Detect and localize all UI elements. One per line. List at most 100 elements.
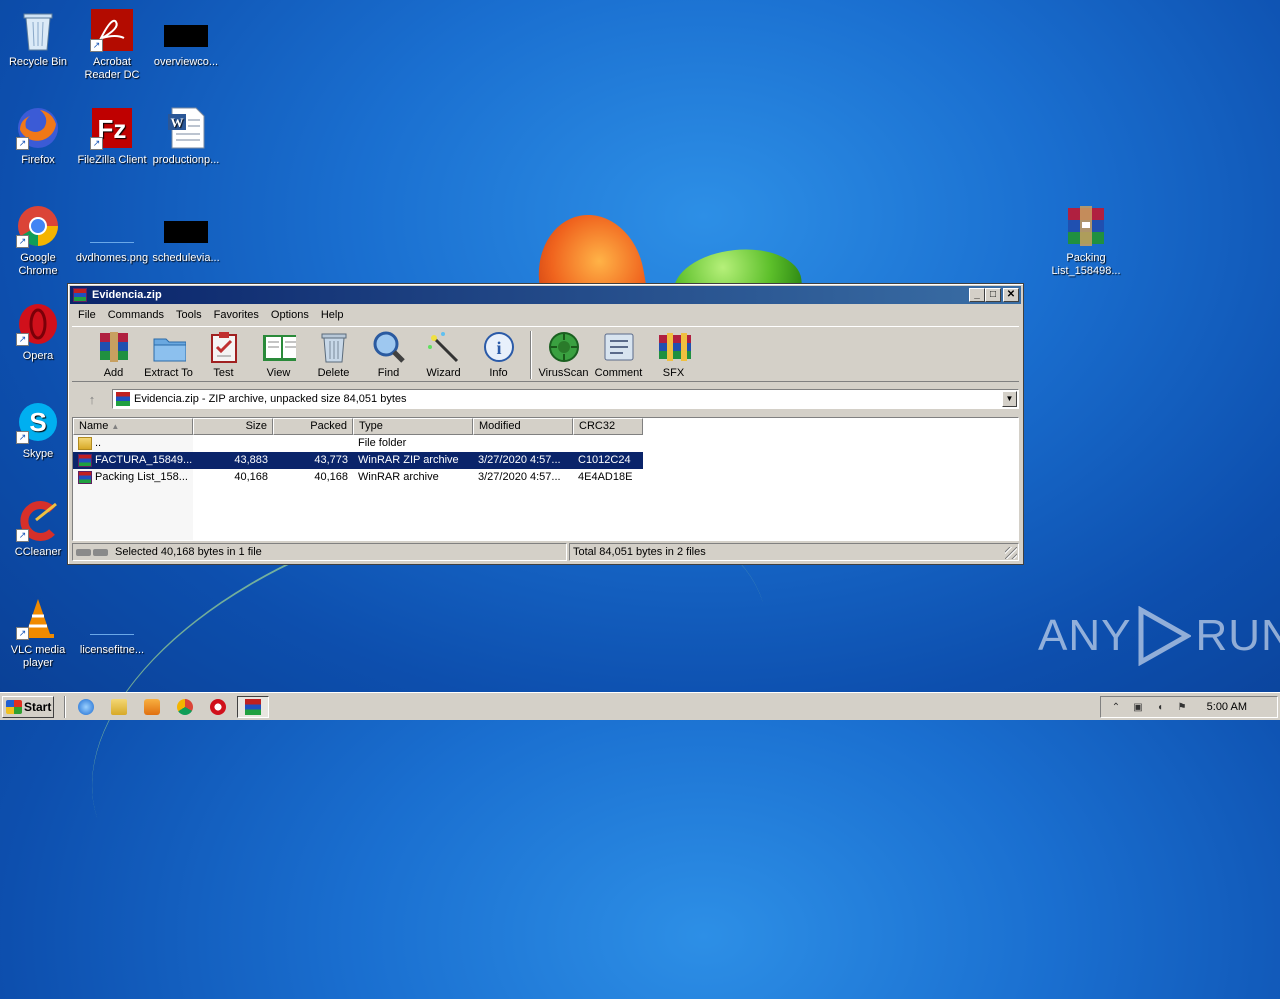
view-button[interactable]: View — [251, 327, 306, 381]
shortcut-arrow-icon: ↗ — [16, 137, 29, 150]
wizard-button[interactable]: Wizard — [416, 327, 471, 381]
info-button[interactable]: i Info — [471, 327, 526, 381]
svg-text:S: S — [29, 407, 46, 437]
speaker-icon[interactable]: ◖ — [1153, 700, 1167, 714]
address-bar: ↑ Evidencia.zip - ZIP archive, unpacked … — [72, 388, 1019, 410]
find-label: Find — [377, 367, 400, 379]
column-header-packed[interactable]: Packed — [273, 418, 353, 435]
virus-scan-icon — [547, 331, 581, 363]
comment-label: Comment — [594, 367, 643, 379]
close-button[interactable]: ✕ — [1003, 288, 1019, 302]
table-row[interactable]: FACTURA_15849... 43,883 43,773 WinRAR ZI… — [73, 452, 643, 469]
add-button[interactable]: Add — [86, 327, 141, 381]
drive-icon[interactable] — [76, 547, 110, 557]
menu-bar: File Commands Tools Favorites Options He… — [72, 306, 349, 324]
desktop-icon-skype[interactable]: S ↗ Skype — [0, 400, 76, 461]
winrar-archive-icon — [116, 392, 130, 406]
column-header-modified[interactable]: Modified — [473, 418, 573, 435]
sfx-button[interactable]: SFX — [646, 327, 701, 381]
virusscan-button[interactable]: VirusScan — [536, 327, 591, 381]
chrome-icon — [177, 698, 193, 715]
delete-button[interactable]: Delete — [306, 327, 361, 381]
menu-favorites[interactable]: Favorites — [208, 309, 265, 321]
taskbar-opera[interactable] — [205, 696, 231, 718]
desktop-icon-licensefitne[interactable]: licensefitne... — [74, 596, 150, 657]
comment-button[interactable]: Comment — [591, 327, 646, 381]
maximize-button[interactable]: □ — [985, 288, 1001, 302]
title-bar[interactable]: Evidencia.zip _ □ ✕ — [70, 286, 1021, 304]
desktop-icon-label: licensefitne... — [79, 644, 145, 656]
taskbar-winrar[interactable] — [237, 695, 269, 718]
acrobat-icon: ↗ — [90, 8, 134, 52]
table-row[interactable]: .. File folder — [73, 435, 643, 452]
network-icon[interactable]: ▣ — [1131, 700, 1145, 714]
column-header-crc32[interactable]: CRC32 — [573, 418, 643, 435]
desktop-icon-label: dvdhomes.png — [75, 252, 149, 264]
up-one-level-button[interactable]: ↑ — [72, 389, 112, 409]
winrar-archive-icon — [1064, 204, 1108, 248]
desktop-icon-dvdhomes[interactable]: dvdhomes.png — [74, 204, 150, 265]
desktop-icon-label: Packing List_158498... — [1051, 252, 1121, 277]
desktop-icon-acrobat[interactable]: ↗ Acrobat Reader DC — [74, 8, 150, 82]
test-button[interactable]: Test — [196, 327, 251, 381]
menu-tools[interactable]: Tools — [170, 309, 208, 321]
info-icon: i — [482, 331, 516, 363]
menu-help[interactable]: Help — [315, 309, 350, 321]
menu-options[interactable]: Options — [265, 309, 315, 321]
media-player-icon — [144, 698, 160, 715]
desktop-icon-filezilla[interactable]: Fz ↗ FileZilla Client — [74, 106, 150, 167]
comment-icon — [602, 331, 636, 363]
desktop-icon-label: Skype — [22, 448, 54, 460]
column-header-type[interactable]: Type — [353, 418, 473, 435]
start-button[interactable]: Start — [2, 695, 54, 718]
winrar-archive-icon — [78, 471, 92, 484]
status-total-text: Total 84,051 bytes in 2 files — [573, 546, 706, 558]
chrome-icon: ↗ — [16, 204, 60, 248]
menu-file[interactable]: File — [72, 309, 102, 321]
opera-icon: ↗ — [16, 302, 60, 346]
toolbar-separator — [530, 331, 532, 379]
desktop-icon-packing-list[interactable]: Packing List_158498... — [1048, 204, 1124, 278]
archive-path-combo[interactable]: Evidencia.zip - ZIP archive, unpacked si… — [112, 389, 1019, 409]
desktop-icon-overviewco[interactable]: overviewco... — [148, 8, 224, 69]
show-hidden-icons-icon[interactable]: ⌃ — [1109, 700, 1123, 714]
chevron-down-icon[interactable]: ▼ — [1002, 391, 1017, 407]
desktop-icon-firefox[interactable]: ↗ Firefox — [0, 106, 76, 167]
toolbar: Add Extract To Test View Delete Find Wiz… — [72, 326, 1019, 382]
resize-grip[interactable] — [1005, 547, 1017, 559]
action-center-flag-icon[interactable]: ⚑ — [1175, 700, 1189, 714]
sfx-books-icon — [657, 331, 691, 363]
taskbar-ie[interactable] — [73, 696, 99, 718]
image-thumbnail-icon — [164, 8, 208, 52]
desktop-icon-productionp[interactable]: W productionp... — [148, 106, 224, 167]
taskbar-chrome[interactable] — [172, 696, 198, 718]
taskbar-media-player[interactable] — [139, 696, 165, 718]
minimize-button[interactable]: _ — [969, 288, 985, 302]
add-label: Add — [103, 367, 124, 379]
desktop-icon-label: Opera — [22, 350, 54, 362]
column-header-name[interactable]: Name ▲ — [73, 418, 193, 435]
clock[interactable]: 5:00 AM — [1207, 701, 1247, 713]
skype-icon: S ↗ — [16, 400, 60, 444]
desktop-icon-chrome[interactable]: ↗ Google Chrome — [0, 204, 76, 278]
desktop-icon-schedulevia[interactable]: schedulevia... — [148, 204, 224, 265]
test-label: Test — [213, 367, 234, 379]
find-button[interactable]: Find — [361, 327, 416, 381]
shortcut-arrow-icon: ↗ — [16, 333, 29, 346]
test-clipboard-icon — [207, 331, 241, 363]
view-book-icon — [262, 331, 296, 363]
desktop-icon-ccleaner[interactable]: ↗ CCleaner — [0, 498, 76, 559]
archive-path-text: Evidencia.zip - ZIP archive, unpacked si… — [134, 393, 407, 405]
table-row[interactable]: Packing List_158... 40,168 40,168 WinRAR… — [73, 469, 643, 486]
extract-to-button[interactable]: Extract To — [141, 327, 196, 381]
desktop-icon-opera[interactable]: ↗ Opera — [0, 302, 76, 363]
internet-explorer-icon — [78, 698, 94, 715]
taskbar-explorer[interactable] — [106, 696, 132, 718]
desktop-icon-recycle-bin[interactable]: Recycle Bin — [0, 8, 76, 69]
info-label: Info — [489, 367, 508, 379]
menu-commands[interactable]: Commands — [102, 309, 170, 321]
sfx-label: SFX — [662, 367, 685, 379]
column-header-size[interactable]: Size — [193, 418, 273, 435]
extract-to-label: Extract To — [144, 367, 193, 379]
desktop-icon-vlc[interactable]: ↗ VLC media player — [0, 596, 76, 670]
